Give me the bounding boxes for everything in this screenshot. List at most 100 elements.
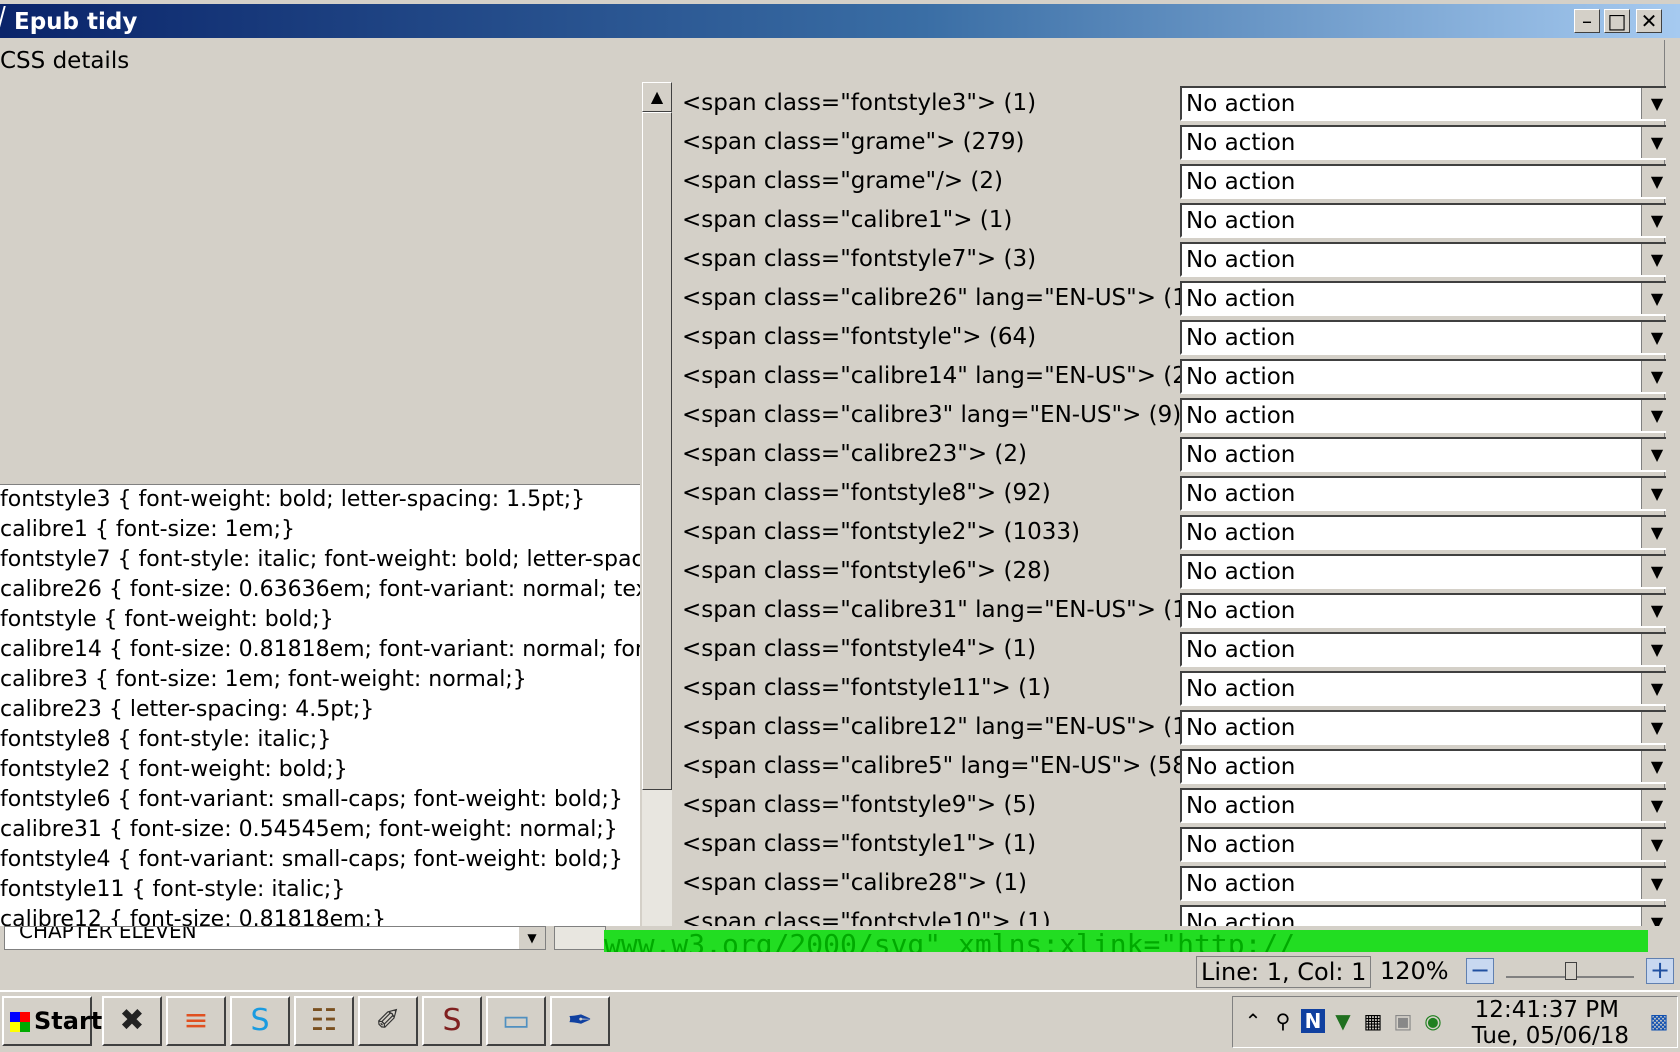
rule-row: <span class="fontstyle4"> (1) No action ▼	[676, 632, 1666, 671]
action-select[interactable]: No action ▼	[1180, 827, 1666, 862]
action-select[interactable]: No action ▼	[1180, 788, 1666, 823]
rule-row: <span class="calibre31" lang="EN-US"> (1…	[676, 593, 1666, 632]
chevron-down-icon[interactable]: ▼	[519, 927, 545, 949]
tray-expand-icon[interactable]: ⌃	[1241, 1009, 1265, 1033]
onenote-icon[interactable]: N	[1301, 1009, 1325, 1033]
chevron-down-icon[interactable]: ▼	[1641, 166, 1666, 197]
chevron-down-icon[interactable]: ▼	[1641, 361, 1666, 392]
title-bar[interactable]: Epub tidy – □ ✕	[0, 4, 1680, 38]
chevron-down-icon[interactable]: ▼	[1641, 868, 1666, 899]
action-select[interactable]: No action ▼	[1180, 554, 1666, 589]
action-select[interactable]: No action ▼	[1180, 203, 1666, 238]
show-desktop-icon[interactable]: ▩	[1647, 1009, 1671, 1033]
css-rule-line: fontstyle3 { font-weight: bold; letter-s…	[0, 487, 586, 512]
action-select[interactable]: No action ▼	[1180, 866, 1666, 901]
chevron-down-icon[interactable]: ▼	[1641, 439, 1666, 470]
chevron-down-icon[interactable]: ▼	[1641, 751, 1666, 782]
action-select[interactable]: No action ▼	[1180, 710, 1666, 745]
code-preview[interactable]: www.w3.org/2000/svg" xmlns:xlink="http:/…	[604, 930, 1648, 952]
chevron-down-icon[interactable]: ▼	[1641, 244, 1666, 275]
css-details-label: CSS details	[0, 48, 130, 74]
action-select[interactable]: No action ▼	[1180, 632, 1666, 667]
rule-label: <span class="fontstyle8"> (92)	[682, 480, 1051, 506]
skype-icon[interactable]: S	[230, 996, 290, 1046]
chevron-down-icon[interactable]: ▼	[1641, 205, 1666, 236]
close-button[interactable]: ✕	[1636, 9, 1662, 33]
action-select[interactable]: No action ▼	[1180, 164, 1666, 199]
chapter-select[interactable]: CHAPTER ELEVEN ▼	[4, 926, 546, 950]
action-select[interactable]: No action ▼	[1180, 242, 1666, 277]
action-select[interactable]: No action ▼	[1180, 281, 1666, 316]
action-select[interactable]: No action ▼	[1180, 359, 1666, 394]
xsplit-icon[interactable]: ✖	[102, 996, 162, 1046]
action-select[interactable]: No action ▼	[1180, 320, 1666, 355]
sigil-icon[interactable]: S	[422, 996, 482, 1046]
chevron-down-icon[interactable]: ▼	[1641, 712, 1666, 743]
quill-icon[interactable]: ✒	[550, 996, 610, 1046]
bookshelf-icon[interactable]: ☷	[294, 996, 354, 1046]
download-icon[interactable]: ▼	[1331, 1009, 1355, 1033]
zoom-out-button[interactable]: −	[1466, 958, 1494, 984]
action-select[interactable]: No action ▼	[1180, 476, 1666, 511]
action-select[interactable]: No action ▼	[1180, 593, 1666, 628]
drive-icon[interactable]: ▣	[1391, 1009, 1415, 1033]
action-select-value: No action	[1186, 325, 1296, 351]
line-col-indicator: Line: 1, Col: 1	[1196, 956, 1372, 988]
notepad-icon[interactable]: ▭	[486, 996, 546, 1046]
chevron-down-icon[interactable]: ▼	[1641, 556, 1666, 587]
action-select[interactable]: No action ▼	[1180, 398, 1666, 433]
zoom-slider[interactable]	[1502, 958, 1638, 984]
action-select[interactable]: No action ▼	[1180, 905, 1666, 926]
zoom-in-button[interactable]: +	[1646, 958, 1674, 984]
chevron-down-icon[interactable]: ▼	[1641, 88, 1666, 119]
chevron-down-icon[interactable]: ▼	[1641, 673, 1666, 704]
chevron-down-icon[interactable]: ▼	[1641, 829, 1666, 860]
chevron-down-icon[interactable]: ▼	[1641, 790, 1666, 821]
rule-label: <span class="fontstyle2"> (1033)	[682, 519, 1080, 545]
chevron-down-icon[interactable]: ▼	[1641, 400, 1666, 431]
chevron-down-icon[interactable]: ▼	[1641, 634, 1666, 665]
action-select-value: No action	[1186, 286, 1296, 312]
css-rule-line: fontstyle7 { font-style: italic; font-we…	[0, 547, 640, 572]
action-select-value: No action	[1186, 871, 1296, 897]
chevron-down-icon[interactable]: ▼	[1641, 283, 1666, 314]
library-icon[interactable]: ▦	[1361, 1009, 1385, 1033]
action-select-value: No action	[1186, 520, 1296, 546]
rule-row: <span class="fontstyle10"> (1) No action ▼	[676, 905, 1666, 926]
action-select[interactable]: No action ▼	[1180, 515, 1666, 550]
rule-row: <span class="calibre14" lang="EN-US"> (2…	[676, 359, 1666, 398]
feather-red-icon[interactable]: ≡	[166, 996, 226, 1046]
microphone-icon[interactable]: ✐	[358, 996, 418, 1046]
chevron-down-icon[interactable]: ▼	[1641, 517, 1666, 548]
scroll-thumb[interactable]	[642, 112, 672, 790]
zoom-slider-handle[interactable]	[1565, 962, 1577, 980]
css-rule-line: calibre23 { letter-spacing: 4.5pt;}	[0, 697, 375, 722]
action-select-value: No action	[1186, 559, 1296, 585]
window-title: Epub tidy	[14, 9, 138, 35]
css-details-panel[interactable]: fontstyle3 { font-weight: bold; letter-s…	[0, 484, 640, 927]
rule-label: <span class="fontstyle3"> (1)	[682, 90, 1037, 116]
chevron-down-icon[interactable]: ▼	[1641, 127, 1666, 158]
maximize-button[interactable]: □	[1604, 9, 1630, 33]
action-select-value: No action	[1186, 403, 1296, 429]
scroll-up-icon[interactable]: ▲	[642, 82, 672, 112]
chevron-down-icon[interactable]: ▼	[1641, 907, 1666, 926]
action-select[interactable]: No action ▼	[1180, 671, 1666, 706]
action-select[interactable]: No action ▼	[1180, 437, 1666, 472]
chevron-down-icon[interactable]: ▼	[1641, 478, 1666, 509]
rules-scrollbar[interactable]: ▲	[642, 82, 672, 926]
chevron-down-icon[interactable]: ▼	[1641, 595, 1666, 626]
start-button[interactable]: Start	[2, 996, 102, 1046]
action-select[interactable]: No action ▼	[1180, 125, 1666, 160]
security-icon[interactable]: ◉	[1421, 1009, 1445, 1033]
action-select[interactable]: No action ▼	[1180, 749, 1666, 784]
rule-label: <span class="grame"> (279)	[682, 129, 1025, 155]
chevron-down-icon[interactable]: ▼	[1641, 322, 1666, 353]
action-select[interactable]: No action ▼	[1180, 86, 1666, 121]
action-select-value: No action	[1186, 715, 1296, 741]
rule-row: <span class="calibre28"> (1) No action ▼	[676, 866, 1666, 905]
rule-row: <span class="fontstyle1"> (1) No action ▼	[676, 827, 1666, 866]
minimize-button[interactable]: –	[1574, 9, 1600, 33]
magnifier-icon[interactable]: ⚲	[1271, 1009, 1295, 1033]
rule-label: <span class="fontstyle11"> (1)	[682, 675, 1051, 701]
